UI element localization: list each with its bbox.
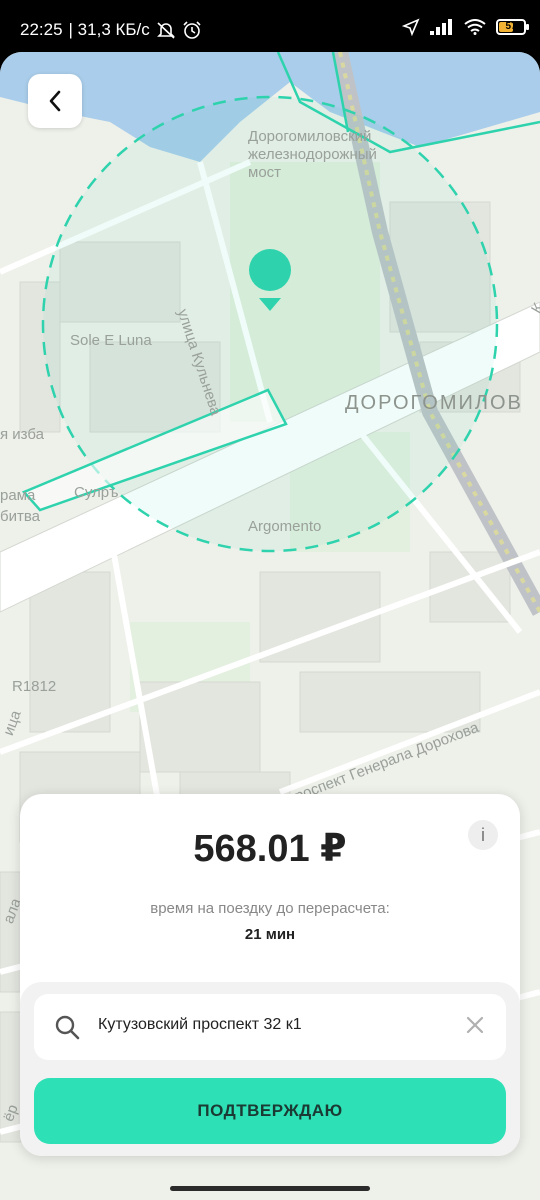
trip-duration: 21 мин [244, 926, 296, 943]
battery-icon: 57 [496, 19, 529, 35]
map-label-district: ДОРОГОМИЛОВ [345, 392, 523, 414]
sheet-lower: Кутузовский проспект 32 к1 ПОДТВЕРЖДАЮ [20, 982, 520, 1156]
recalc-caption: время на поездку до перерасчета: [150, 900, 390, 917]
home-indicator[interactable] [170, 1186, 370, 1191]
map-label-sole-luna: Sole E Luna [70, 332, 152, 349]
map-label-r1812: R1812 [12, 678, 57, 695]
map-label-panorama: рама [0, 487, 36, 504]
network-speed: | 31,3 КБ/с [68, 20, 150, 39]
price: 568.01 ₽ [193, 828, 347, 870]
wifi-icon [464, 19, 486, 35]
map-label-bridge: Дорогомиловский железнодорожный мост [248, 128, 377, 181]
address-text: Кутузовский проспект 32 к1 [98, 1016, 302, 1033]
status-bar: 22:25 | 31,3 КБ/с 57 [0, 0, 540, 52]
clock: 22:25 [20, 20, 63, 39]
signal-icon [430, 19, 452, 35]
location-arrow-icon [402, 18, 420, 36]
info-button[interactable]: i [468, 820, 498, 850]
address-field[interactable]: Кутузовский проспект 32 к1 [34, 994, 506, 1060]
map-label-argomento: Argomento [248, 518, 322, 535]
map-label-bitva: битва [0, 508, 40, 525]
order-sheet: 568.01 ₽ i время на поездку до перерасче… [20, 794, 520, 1156]
battery-level: 57 [505, 21, 517, 32]
search-icon [55, 1015, 80, 1040]
map-label-sulra: Сулръ [74, 484, 119, 501]
chevron-left-icon [49, 90, 61, 112]
alarm-icon [183, 21, 201, 39]
mute-icon [156, 22, 175, 39]
confirm-button[interactable]: ПОДТВЕРЖДАЮ [34, 1078, 506, 1144]
map-label-izba: я изба [0, 426, 44, 443]
clear-icon[interactable] [466, 1016, 484, 1034]
back-button[interactable] [28, 74, 82, 128]
